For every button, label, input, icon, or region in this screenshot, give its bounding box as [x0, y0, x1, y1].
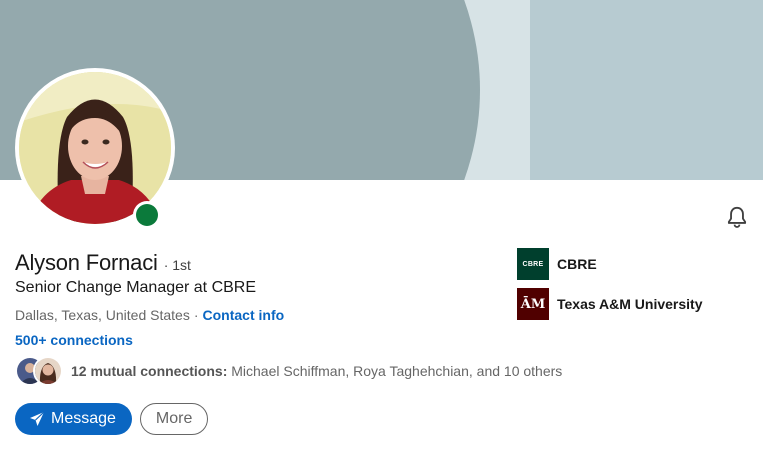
name-row: Alyson Fornaci · 1st [15, 250, 191, 276]
profile-location: Dallas, Texas, United States [15, 307, 190, 323]
message-button[interactable]: Message [15, 403, 132, 435]
online-status-indicator [133, 201, 161, 229]
more-button[interactable]: More [139, 403, 209, 435]
separator: · [193, 307, 199, 323]
profile-name: Alyson Fornaci [15, 250, 158, 275]
mutual-names: Michael Schiffman, Roya Taghehchian, and… [231, 363, 563, 379]
location-row: Dallas, Texas, United States · Contact inf… [15, 307, 284, 323]
paper-plane-icon [30, 411, 45, 426]
mutual-count: 12 mutual connections: [71, 363, 228, 379]
message-button-label: Message [51, 410, 116, 427]
texas-am-logo: ĀM [517, 288, 549, 320]
connection-degree: · 1st [163, 257, 191, 273]
education-texas-am[interactable]: ĀM Texas A&M University [517, 288, 703, 320]
profile-actions: Message More [15, 403, 209, 435]
bell-icon[interactable] [724, 204, 750, 230]
mutual-connections[interactable]: 12 mutual connections: Michael Schiffman… [15, 356, 562, 386]
cbre-logo: CBRE [517, 248, 549, 280]
company-name: CBRE [557, 256, 597, 272]
profile-headline: Senior Change Manager at CBRE [15, 279, 257, 296]
contact-info-link[interactable]: Contact info [203, 307, 285, 323]
more-button-label: More [155, 410, 193, 427]
school-name: Texas A&M University [557, 296, 703, 312]
mutual-avatar [33, 356, 63, 386]
current-company-cbre[interactable]: CBRE CBRE [517, 248, 597, 280]
connections-link[interactable]: 500+ connections [15, 332, 133, 348]
